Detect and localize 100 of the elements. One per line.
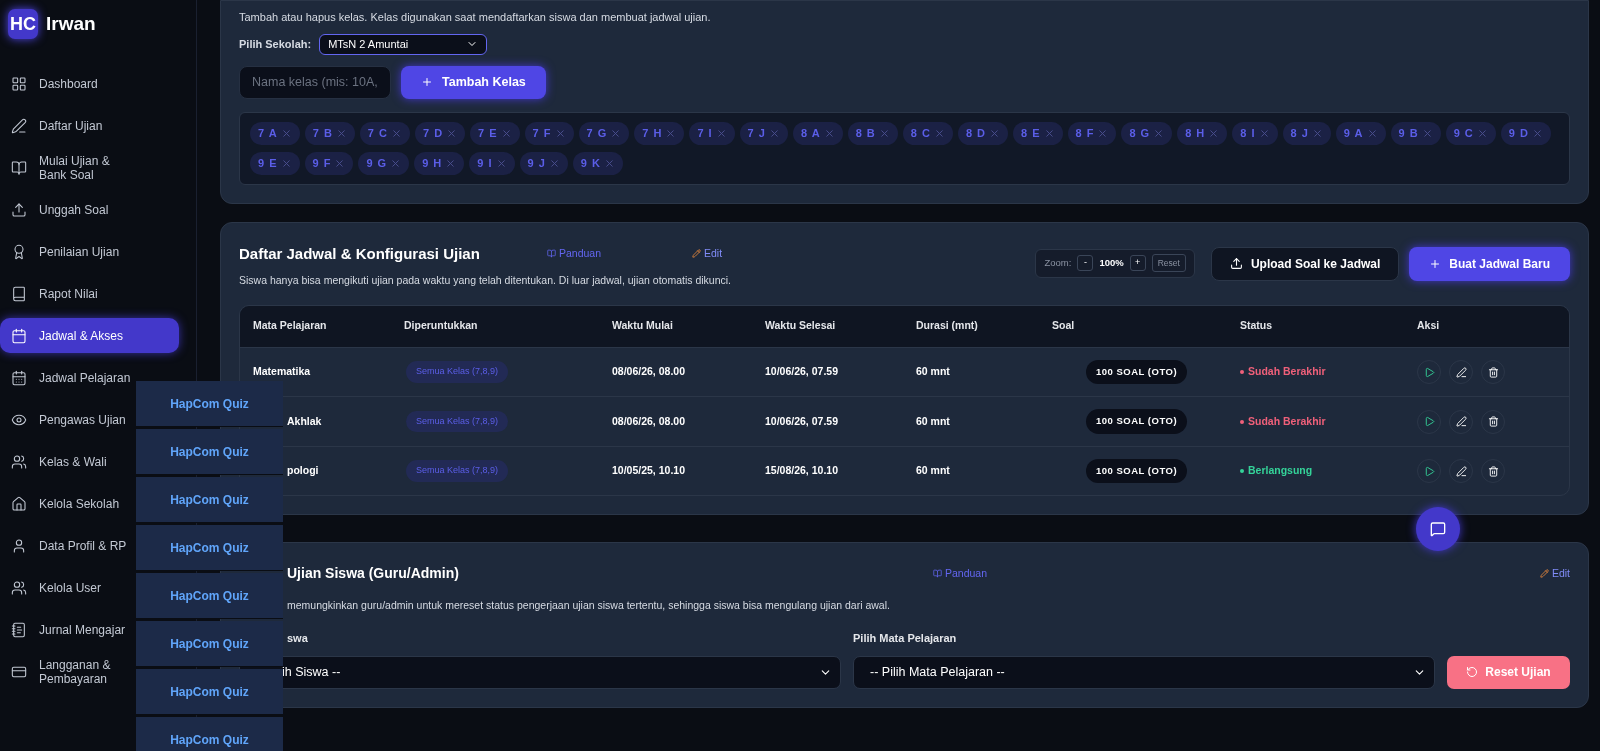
zoom-reset-button[interactable]: Reset	[1151, 254, 1186, 272]
sidebar-item[interactable]: Jurnal Mengajar	[0, 612, 135, 647]
sidebar-item[interactable]: Kelas & Wali	[0, 444, 135, 479]
table-cell: pologi	[287, 463, 319, 479]
table-cell-text: 60 mnt	[916, 413, 951, 429]
chat-icon	[1430, 521, 1446, 537]
remove-icon[interactable]	[390, 127, 402, 139]
remove-icon[interactable]	[933, 127, 945, 139]
quiz-toast[interactable]: HapCom Quiz	[136, 477, 283, 523]
remove-icon[interactable]	[446, 127, 458, 139]
zoom-out-button[interactable]: -	[1077, 255, 1094, 271]
table-cell-text: 60 mnt	[916, 463, 951, 479]
class-name-field[interactable]: Nama kelas (mis: 10A,	[239, 65, 391, 99]
school-label: Pilih Sekolah:	[239, 36, 312, 52]
remove-icon[interactable]	[768, 127, 780, 139]
reset-icon	[1466, 666, 1479, 678]
users-icon	[11, 579, 27, 596]
remove-icon[interactable]	[1153, 127, 1165, 139]
new-schedule-button[interactable]: Buat Jadwal Baru	[1409, 246, 1570, 281]
zoom-value: 100%	[1099, 255, 1124, 270]
sidebar-item[interactable]: Jadwal & Akses	[0, 318, 179, 353]
book-icon	[547, 249, 556, 259]
remove-icon[interactable]	[495, 157, 507, 169]
sidebar-item[interactable]: Kelola User	[0, 570, 135, 605]
sidebar-item[interactable]: Data Profil & RP	[0, 528, 135, 563]
pencil-icon	[1455, 465, 1467, 477]
table-cell-text: Akhlak	[287, 413, 322, 429]
zoom-in-button[interactable]: +	[1129, 255, 1146, 271]
plus-icon	[421, 76, 433, 88]
remove-icon[interactable]	[280, 157, 292, 169]
table-cell-text: 08/06/26, 08.00	[612, 413, 686, 429]
remove-icon[interactable]	[610, 127, 622, 139]
field-label: swa	[287, 631, 309, 646]
column-header: Soal	[1052, 318, 1076, 334]
remove-icon[interactable]	[1311, 127, 1323, 139]
sidebar-item[interactable]: Daftar Ujian	[0, 108, 135, 143]
card-title: Ujian Siswa (Guru/Admin)	[287, 564, 460, 584]
remove-icon[interactable]	[665, 127, 677, 139]
remove-icon[interactable]	[1476, 127, 1488, 139]
remove-icon[interactable]	[445, 157, 457, 169]
upload-button[interactable]: Upload Soal ke Jadwal	[1210, 246, 1400, 281]
remove-icon[interactable]	[1366, 127, 1378, 139]
remove-icon[interactable]	[554, 127, 566, 139]
subject-select[interactable]: -- Pilih Mata Pelajaran --	[853, 655, 1435, 689]
remove-icon[interactable]	[1043, 127, 1055, 139]
remove-icon[interactable]	[335, 127, 347, 139]
remove-icon[interactable]	[878, 127, 890, 139]
remove-icon[interactable]	[603, 157, 615, 169]
remove-icon[interactable]	[548, 157, 560, 169]
trash-icon	[1487, 416, 1499, 427]
target-tag: Semua Kelas (7,8,9)	[406, 460, 509, 482]
school-select[interactable]: MTsN 2 Amuntai	[319, 33, 488, 55]
table-cell-text: 10/06/26, 07.59	[765, 364, 839, 380]
remove-icon[interactable]	[1531, 127, 1543, 139]
remove-icon[interactable]	[1208, 127, 1220, 139]
sidebar-item[interactable]: Dashboard	[0, 66, 135, 101]
calendar-icon	[11, 369, 27, 386]
sidebar-item[interactable]: Jadwal Pelajaran	[0, 360, 135, 395]
plus-icon	[1429, 257, 1442, 270]
pen-icon	[11, 117, 27, 134]
sidebar-item[interactable]: Pengawas Ujian	[0, 402, 135, 437]
edit-link[interactable]: Edit	[1539, 565, 1570, 582]
quiz-toast[interactable]: HapCom Quiz	[136, 525, 283, 571]
upload-icon	[1229, 257, 1243, 270]
play-icon	[1423, 465, 1435, 477]
status-text: Sudah Berakhir	[1248, 413, 1326, 429]
remove-icon[interactable]	[390, 157, 402, 169]
sidebar-item[interactable]: Unggah Soal	[0, 192, 135, 227]
user-name: Irwan	[46, 11, 96, 36]
remove-icon[interactable]	[280, 127, 292, 139]
quiz-toast[interactable]: HapCom Quiz	[136, 573, 283, 619]
remove-icon[interactable]	[1258, 127, 1270, 139]
remove-icon[interactable]	[1097, 127, 1109, 139]
remove-icon[interactable]	[334, 157, 346, 169]
quiz-toast[interactable]: HapCom Quiz	[136, 669, 283, 715]
sidebar-item[interactable]: Kelola Sekolah	[0, 486, 135, 521]
quiz-toast[interactable]: HapCom Quiz	[136, 717, 283, 751]
sidebar-item[interactable]: Langganan & Pembayaran	[0, 654, 135, 689]
add-class-button[interactable]: Tambah Kelas	[401, 65, 546, 99]
remove-icon[interactable]	[1421, 127, 1433, 139]
quiz-toast[interactable]: HapCom Quiz	[136, 381, 283, 427]
edit-link[interactable]: Edit	[692, 245, 723, 262]
pencil-icon	[692, 249, 701, 259]
quiz-toast[interactable]: HapCom Quiz	[136, 429, 283, 475]
sidebar-item[interactable]: Mulai Ujian & Bank Soal	[0, 150, 135, 185]
remove-icon[interactable]	[989, 127, 1000, 139]
status-text: Sudah Berakhir	[1248, 364, 1326, 380]
quiz-toast[interactable]: HapCom Quiz	[136, 621, 283, 667]
sidebar-item[interactable]: Penilaian Ujian	[0, 234, 135, 269]
play-icon	[1423, 416, 1435, 427]
status-text: Berlangsung	[1248, 463, 1313, 479]
remove-icon[interactable]	[715, 127, 727, 139]
table-cell-text: 10/05/25, 10.10	[612, 463, 686, 479]
pencil-icon	[1455, 416, 1467, 427]
logo: HC	[8, 9, 38, 39]
remove-icon[interactable]	[500, 127, 512, 139]
remove-icon[interactable]	[823, 127, 835, 139]
users-icon	[11, 453, 27, 470]
sidebar-item[interactable]: Rapot Nilai	[0, 276, 135, 311]
table-cell-text: 15/08/26, 10.10	[765, 463, 839, 479]
